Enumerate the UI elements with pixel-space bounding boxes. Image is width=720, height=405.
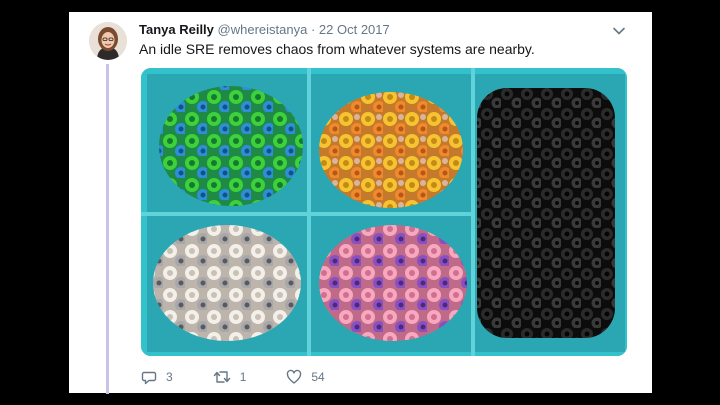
green-blue-beads	[159, 86, 303, 206]
author-name[interactable]: Tanya Reilly	[139, 22, 214, 37]
like-button[interactable]: 54	[286, 369, 325, 385]
reply-button[interactable]: 3	[141, 369, 173, 385]
reply-count: 3	[166, 370, 173, 384]
black-beads	[477, 88, 615, 338]
tweet-actions: 3 1 54	[141, 369, 365, 385]
retweet-count: 1	[239, 370, 247, 384]
like-count: 54	[311, 370, 325, 384]
retweet-icon	[213, 371, 230, 383]
tweet-card: Tanya Reilly @whereistanya · 22 Oct 2017…	[69, 12, 652, 394]
tweet-header: Tanya Reilly @whereistanya · 22 Oct 2017	[139, 22, 390, 37]
header-separator: ·	[310, 22, 316, 37]
heart-icon	[287, 369, 302, 384]
yellow-orange-beads	[319, 92, 463, 208]
pink-purple-beads	[319, 225, 467, 341]
tweet-photo[interactable]	[141, 68, 627, 356]
reply-icon	[141, 371, 157, 385]
retweet-button[interactable]: 1	[213, 369, 247, 385]
avatar[interactable]	[89, 22, 127, 60]
chevron-down-icon[interactable]	[612, 24, 626, 38]
author-handle[interactable]: @whereistanya	[218, 22, 308, 37]
tweet-text: An idle SRE removes chaos from whatever …	[139, 41, 535, 57]
thread-line	[106, 64, 109, 394]
white-silver-beads	[153, 225, 301, 341]
tweet-date[interactable]: 22 Oct 2017	[319, 22, 390, 37]
